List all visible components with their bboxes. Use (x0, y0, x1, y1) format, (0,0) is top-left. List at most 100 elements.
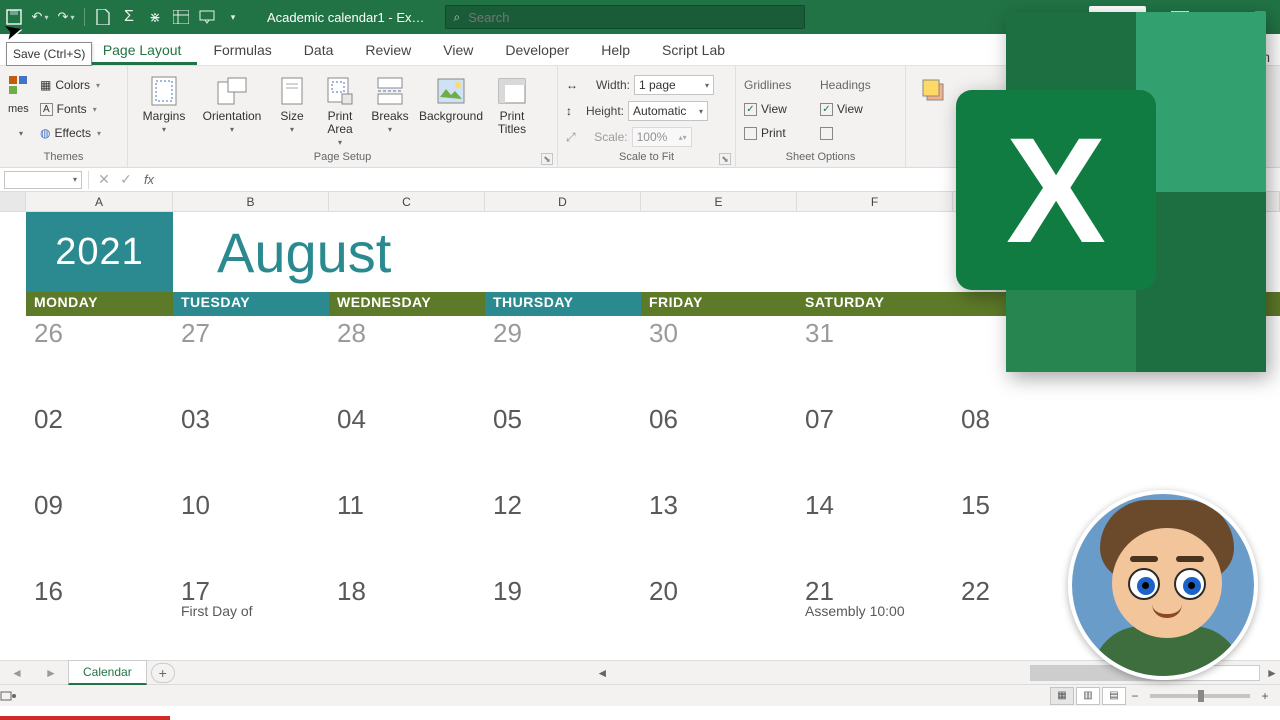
calendar-year[interactable]: 2021 (26, 212, 173, 292)
calendar-cell[interactable]: 06 (641, 402, 797, 488)
sheet-nav-next-icon[interactable]: ► (34, 666, 68, 680)
col-header[interactable]: B (173, 192, 329, 211)
calendar-cell[interactable]: 12 (485, 488, 641, 574)
calendar-cell[interactable]: 17First Day of (173, 574, 329, 660)
calendar-cell[interactable]: 29 (485, 316, 641, 402)
calendar-cell[interactable]: 15 (953, 488, 1110, 574)
view-page-break-icon[interactable]: ▤ (1102, 687, 1126, 705)
sign-in-button[interactable]: Sign in (1089, 6, 1146, 28)
colors-button[interactable]: ▦Colors▾ (40, 74, 101, 96)
minimize-button[interactable]: — (1200, 0, 1240, 34)
dialog-launcher-icon[interactable]: ⬊ (719, 153, 731, 165)
calendar-cell[interactable]: 30 (641, 316, 797, 402)
col-header[interactable]: G (953, 192, 1110, 211)
col-header[interactable]: A (26, 192, 173, 211)
margins-button[interactable]: Margins▾ (136, 70, 192, 134)
col-header[interactable]: D (485, 192, 641, 211)
scroll-right-icon[interactable]: ► (1264, 666, 1280, 680)
tab-comments-partial[interactable]: men (1243, 49, 1280, 65)
add-sheet-button[interactable]: + (151, 663, 175, 683)
day-header[interactable]: TUESDAY (173, 292, 329, 316)
fonts-button[interactable]: AFonts▾ (40, 98, 101, 120)
fx-icon[interactable]: fx (137, 172, 161, 187)
orientation-button[interactable]: Orientation▾ (198, 70, 266, 134)
clear-filter-icon[interactable]: ⋇ (145, 7, 165, 27)
headings-print-checkbox[interactable] (820, 122, 890, 144)
day-header[interactable]: MONDAY (26, 292, 173, 316)
qat-customize-icon[interactable]: ▾ (223, 7, 243, 27)
calendar-cell[interactable]: 16 (26, 574, 173, 660)
themes-button[interactable] (8, 74, 34, 96)
col-header[interactable]: K (1195, 192, 1280, 211)
calendar-cell[interactable]: 05 (485, 402, 641, 488)
enter-formula-icon[interactable]: ✓ (115, 171, 137, 188)
search-input[interactable] (466, 9, 795, 26)
calendar-cell[interactable]: 04 (329, 402, 485, 488)
autosum-icon[interactable]: Σ (119, 7, 139, 27)
bring-forward-button[interactable] (914, 70, 954, 108)
size-button[interactable]: Size▾ (272, 70, 312, 134)
chevron-down-icon[interactable]: ▾ (8, 122, 34, 144)
col-header[interactable]: C (329, 192, 485, 211)
headings-view-checkbox[interactable]: ✓View (820, 98, 890, 120)
calendar-cell[interactable]: 13 (641, 488, 797, 574)
breaks-button[interactable]: Breaks▾ (368, 70, 412, 134)
calendar-cell[interactable]: 26 (26, 316, 173, 402)
calendar-cell[interactable]: 27 (173, 316, 329, 402)
calendar-cell[interactable]: 14 (797, 488, 953, 574)
calendar-cell[interactable]: 09 (26, 488, 173, 574)
undo-button[interactable]: ↶▾ (30, 7, 50, 27)
calendar-cell[interactable]: 28 (329, 316, 485, 402)
presentation-icon[interactable] (197, 7, 217, 27)
tab-developer[interactable]: Developer (489, 36, 585, 65)
tab-formulas[interactable]: Formulas (197, 36, 287, 65)
calendar-cell[interactable]: 02 (26, 402, 173, 488)
calendar-cell[interactable]: 18 (329, 574, 485, 660)
tab-data[interactable]: Data (288, 36, 350, 65)
search-box[interactable]: ⌕ (445, 5, 805, 29)
calendar-cell[interactable]: 22 (953, 574, 1110, 660)
formula-input[interactable] (161, 171, 1280, 189)
col-header[interactable]: F (797, 192, 953, 211)
day-header[interactable]: THURSDAY (485, 292, 641, 316)
tab-script-lab[interactable]: Script Lab (646, 36, 741, 65)
calendar-month[interactable]: August (217, 220, 391, 285)
zoom-in-button[interactable]: + (1258, 689, 1272, 703)
day-header[interactable]: FRIDAY (641, 292, 797, 316)
ribbon-display-icon[interactable] (1160, 0, 1200, 34)
horizontal-scrollbar[interactable] (1030, 665, 1260, 681)
col-header[interactable] (1110, 192, 1195, 211)
cancel-formula-icon[interactable]: ✕ (93, 171, 115, 188)
freeze-panes-icon[interactable] (171, 7, 191, 27)
calendar-cell[interactable]: 19 (485, 574, 641, 660)
print-area-button[interactable]: Print Area▾ (318, 70, 362, 147)
calendar-cell[interactable]: 21Assembly 10:00 (797, 574, 953, 660)
calendar-cell[interactable]: 03 (173, 402, 329, 488)
tab-page-layout[interactable]: Page Layout (87, 36, 198, 65)
calendar-cell[interactable]: 07 (797, 402, 953, 488)
print-titles-button[interactable]: Print Titles (490, 70, 534, 136)
calendar-cell[interactable]: 31 (797, 316, 953, 402)
calendar-cell[interactable]: 20 (641, 574, 797, 660)
gridlines-print-checkbox[interactable]: Print (744, 122, 814, 144)
col-header[interactable]: E (641, 192, 797, 211)
calendar-cell[interactable]: 08 (953, 402, 1110, 488)
calendar-cell[interactable]: 11 (329, 488, 485, 574)
tab-review[interactable]: Review (349, 36, 427, 65)
gridlines-view-checkbox[interactable]: ✓View (744, 98, 814, 120)
sheet-tab-calendar[interactable]: Calendar (68, 660, 147, 685)
macro-record-icon[interactable] (0, 689, 30, 703)
autosave-toggle[interactable] (4, 7, 24, 27)
tab-help[interactable]: Help (585, 36, 646, 65)
day-header[interactable]: SATURDAY (797, 292, 1280, 316)
dialog-launcher-icon[interactable]: ⬊ (541, 153, 553, 165)
day-header[interactable]: WEDNESDAY (329, 292, 485, 316)
view-normal-icon[interactable]: ▦ (1050, 687, 1074, 705)
select-all-cell[interactable] (0, 192, 26, 211)
redo-button[interactable]: ↷▾ (56, 7, 76, 27)
zoom-out-button[interactable]: − (1128, 689, 1142, 703)
width-selector[interactable]: ↔ Width: 1 page▾ (566, 74, 714, 96)
sheet-nav-prev-icon[interactable]: ◄ (0, 666, 34, 680)
name-box[interactable]: ▾ (4, 171, 82, 189)
worksheet[interactable]: 2021 August MONDAY TUESDAY WEDNESDAY THU… (0, 212, 1280, 660)
